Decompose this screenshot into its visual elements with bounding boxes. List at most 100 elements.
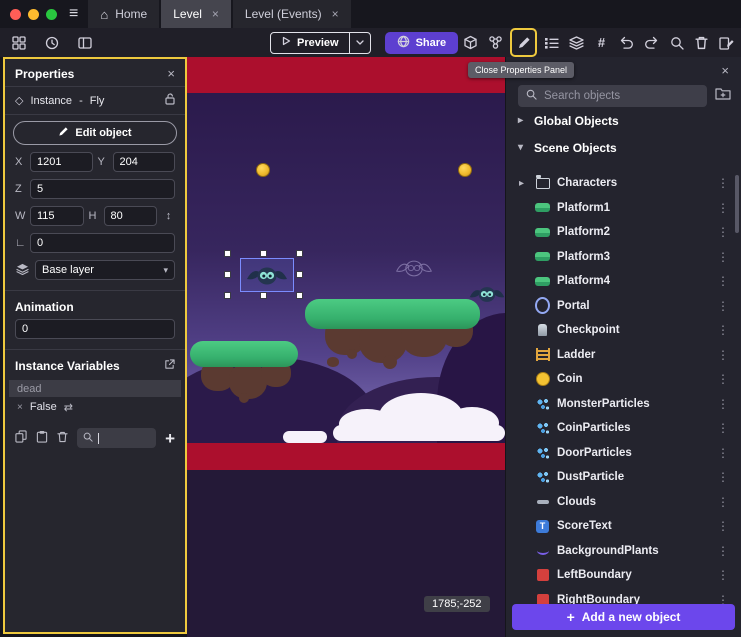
kebab-menu-icon[interactable]: ⋮ xyxy=(713,421,733,435)
kebab-menu-icon[interactable]: ⋮ xyxy=(713,397,733,411)
kebab-menu-icon[interactable]: ⋮ xyxy=(713,323,733,337)
platform-sprite[interactable] xyxy=(305,299,480,329)
close-window-button[interactable] xyxy=(10,9,21,20)
x-input[interactable] xyxy=(30,152,93,172)
angle-input[interactable] xyxy=(30,233,175,253)
fly-sprite[interactable] xyxy=(468,283,505,306)
kebab-menu-icon[interactable]: ⋮ xyxy=(713,446,733,460)
coin-sprite[interactable] xyxy=(256,163,270,177)
island-rock[interactable] xyxy=(347,349,357,359)
object-row[interactable]: ScoreText ⋮ xyxy=(506,514,741,539)
variable-name-row[interactable]: dead xyxy=(9,380,181,397)
lock-open-icon[interactable] xyxy=(165,93,175,108)
object-row[interactable]: Platform3 ⋮ xyxy=(506,245,741,270)
kebab-menu-icon[interactable]: ⋮ xyxy=(713,544,733,558)
object-row[interactable]: Platform4 ⋮ xyxy=(506,269,741,294)
selection-handle[interactable] xyxy=(260,250,267,257)
variables-search-input[interactable] xyxy=(77,428,156,448)
kebab-menu-icon[interactable]: ⋮ xyxy=(713,519,733,533)
kebab-menu-icon[interactable]: ⋮ xyxy=(713,470,733,484)
kebab-menu-icon[interactable]: ⋮ xyxy=(713,201,733,215)
object-row[interactable]: DustParticle ⋮ xyxy=(506,465,741,490)
island-rock[interactable] xyxy=(239,393,249,403)
paste-icon[interactable] xyxy=(36,430,48,446)
selection-handle[interactable] xyxy=(260,292,267,299)
close-tab-icon[interactable]: × xyxy=(332,7,339,21)
width-input[interactable] xyxy=(30,206,84,226)
selection-handle[interactable] xyxy=(224,250,231,257)
history-clock-icon[interactable] xyxy=(41,31,62,54)
island-rock[interactable] xyxy=(383,355,397,369)
object-row[interactable]: DoorParticles ⋮ xyxy=(506,441,741,466)
preview-button[interactable]: Preview xyxy=(270,32,371,54)
share-button[interactable]: Share xyxy=(385,32,459,54)
objects-scrollbar[interactable] xyxy=(735,175,739,233)
open-variables-editor-icon[interactable] xyxy=(164,359,175,373)
object-row[interactable]: Clouds ⋮ xyxy=(506,490,741,515)
selection-handle[interactable] xyxy=(296,250,303,257)
object-groups-icon[interactable] xyxy=(485,31,506,54)
close-properties-icon[interactable]: × xyxy=(167,66,175,81)
objects-cube-icon[interactable] xyxy=(460,31,481,54)
panel-columns-icon[interactable] xyxy=(74,31,95,54)
kebab-menu-icon[interactable]: ⋮ xyxy=(713,225,733,239)
fly-sprite-selected[interactable] xyxy=(245,263,289,289)
object-row[interactable]: Ladder ⋮ xyxy=(506,343,741,368)
edit-scene-events-icon[interactable] xyxy=(716,31,737,54)
layers-icon[interactable] xyxy=(566,31,587,54)
object-row[interactable]: Platform2 ⋮ xyxy=(506,220,741,245)
object-row[interactable]: Portal ⋮ xyxy=(506,294,741,319)
kebab-menu-icon[interactable]: ⋮ xyxy=(713,495,733,509)
kebab-menu-icon[interactable]: ⋮ xyxy=(713,274,733,288)
cloud-sprite[interactable] xyxy=(333,425,505,441)
instances-list-icon[interactable] xyxy=(541,31,562,54)
minimize-window-button[interactable] xyxy=(28,9,39,20)
copy-icon[interactable] xyxy=(15,430,27,446)
close-objects-panel-icon[interactable]: × xyxy=(721,63,729,78)
preview-dropdown-icon[interactable] xyxy=(349,33,370,53)
object-row[interactable]: BackgroundPlants ⋮ xyxy=(506,539,741,564)
tab-level[interactable]: Level × xyxy=(161,0,231,28)
object-row[interactable]: LeftBoundary ⋮ xyxy=(506,563,741,588)
add-folder-icon[interactable] xyxy=(715,87,731,105)
bottom-boundary[interactable] xyxy=(187,443,505,470)
z-input[interactable] xyxy=(30,179,175,199)
selection-handle[interactable] xyxy=(296,271,303,278)
kebab-menu-icon[interactable]: ⋮ xyxy=(713,372,733,386)
selection-handle[interactable] xyxy=(224,271,231,278)
top-boundary[interactable] xyxy=(187,57,505,93)
search-objects-input[interactable]: Search objects xyxy=(518,85,707,107)
scene-canvas[interactable]: 1785;-252 xyxy=(187,57,505,637)
kebab-menu-icon[interactable]: ⋮ xyxy=(713,176,733,190)
tab-home[interactable]: ⌂ Home xyxy=(88,0,159,28)
undo-icon[interactable] xyxy=(616,31,637,54)
layout-grid-icon[interactable] xyxy=(8,31,29,54)
object-row[interactable]: Coin ⋮ xyxy=(506,367,741,392)
kebab-menu-icon[interactable]: ⋮ xyxy=(713,568,733,582)
tab-level-events[interactable]: Level (Events) × xyxy=(233,0,351,28)
object-row[interactable]: Platform1 ⋮ xyxy=(506,196,741,221)
object-row[interactable]: Checkpoint ⋮ xyxy=(506,318,741,343)
delete-icon[interactable] xyxy=(691,31,712,54)
coin-sprite[interactable] xyxy=(458,163,472,177)
kebab-menu-icon[interactable]: ⋮ xyxy=(713,299,733,313)
zoom-window-button[interactable] xyxy=(46,9,57,20)
kebab-menu-icon[interactable]: ⋮ xyxy=(713,250,733,264)
edit-object-button[interactable]: Edit object xyxy=(13,121,177,145)
add-variable-button[interactable]: + xyxy=(165,430,175,447)
height-input[interactable] xyxy=(104,206,158,226)
selection-handle[interactable] xyxy=(296,292,303,299)
object-row[interactable]: ▸ Characters ⋮ xyxy=(506,171,741,196)
zoom-icon[interactable] xyxy=(666,31,687,54)
platform-sprite[interactable] xyxy=(190,341,298,367)
toggle-boolean-icon[interactable]: ⇄ xyxy=(64,401,73,414)
instance-properties-pencil-icon[interactable] xyxy=(513,31,534,54)
grid-icon[interactable]: # xyxy=(591,31,612,54)
variable-value-row[interactable]: × False ⇄ xyxy=(9,398,181,416)
cloud-sprite[interactable] xyxy=(283,431,327,443)
redo-icon[interactable] xyxy=(641,31,662,54)
animation-input[interactable] xyxy=(15,319,175,339)
main-menu-icon[interactable]: ≡ xyxy=(67,0,88,28)
object-row[interactable]: CoinParticles ⋮ xyxy=(506,416,741,441)
group-scene-objects[interactable]: ▾ Scene Objects xyxy=(506,134,741,161)
